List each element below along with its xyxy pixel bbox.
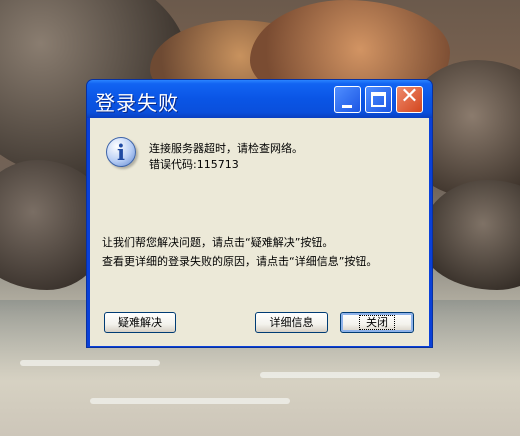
close-button[interactable]: 关闭 [340, 312, 414, 333]
login-failed-dialog: 登录失败 ✕ i 连接服务器超时，请检查网络。 错误代码:115713 让我们帮… [86, 79, 433, 348]
details-button[interactable]: 详细信息 [255, 312, 328, 333]
maximize-icon [371, 92, 386, 107]
wallpaper-foam [20, 360, 160, 366]
close-icon: ✕ [400, 84, 419, 109]
minimize-button[interactable] [334, 86, 361, 113]
dialog-titlebar[interactable]: 登录失败 ✕ [87, 80, 432, 118]
close-window-button[interactable]: ✕ [396, 84, 423, 113]
minimize-icon [342, 105, 352, 108]
troubleshoot-button[interactable]: 疑难解决 [104, 312, 176, 333]
help-text-troubleshoot: 让我们帮您解决问题，请点击“疑难解决”按钮。 [102, 236, 334, 249]
wallpaper-foam [260, 372, 440, 378]
maximize-button[interactable] [365, 86, 392, 113]
dialog-title: 登录失败 [95, 91, 179, 115]
wallpaper-rock [420, 180, 520, 290]
wallpaper-foam [90, 398, 290, 404]
close-button-label: 关闭 [359, 315, 395, 330]
error-message: 连接服务器超时，请检查网络。 [149, 142, 303, 155]
help-text-details: 查看更详细的登录失败的原因，请点击“详细信息”按钮。 [102, 255, 378, 268]
error-code: 错误代码:115713 [149, 158, 239, 171]
dialog-body: i 连接服务器超时，请检查网络。 错误代码:115713 让我们帮您解决问题，请… [90, 118, 429, 346]
info-icon: i [106, 137, 136, 167]
